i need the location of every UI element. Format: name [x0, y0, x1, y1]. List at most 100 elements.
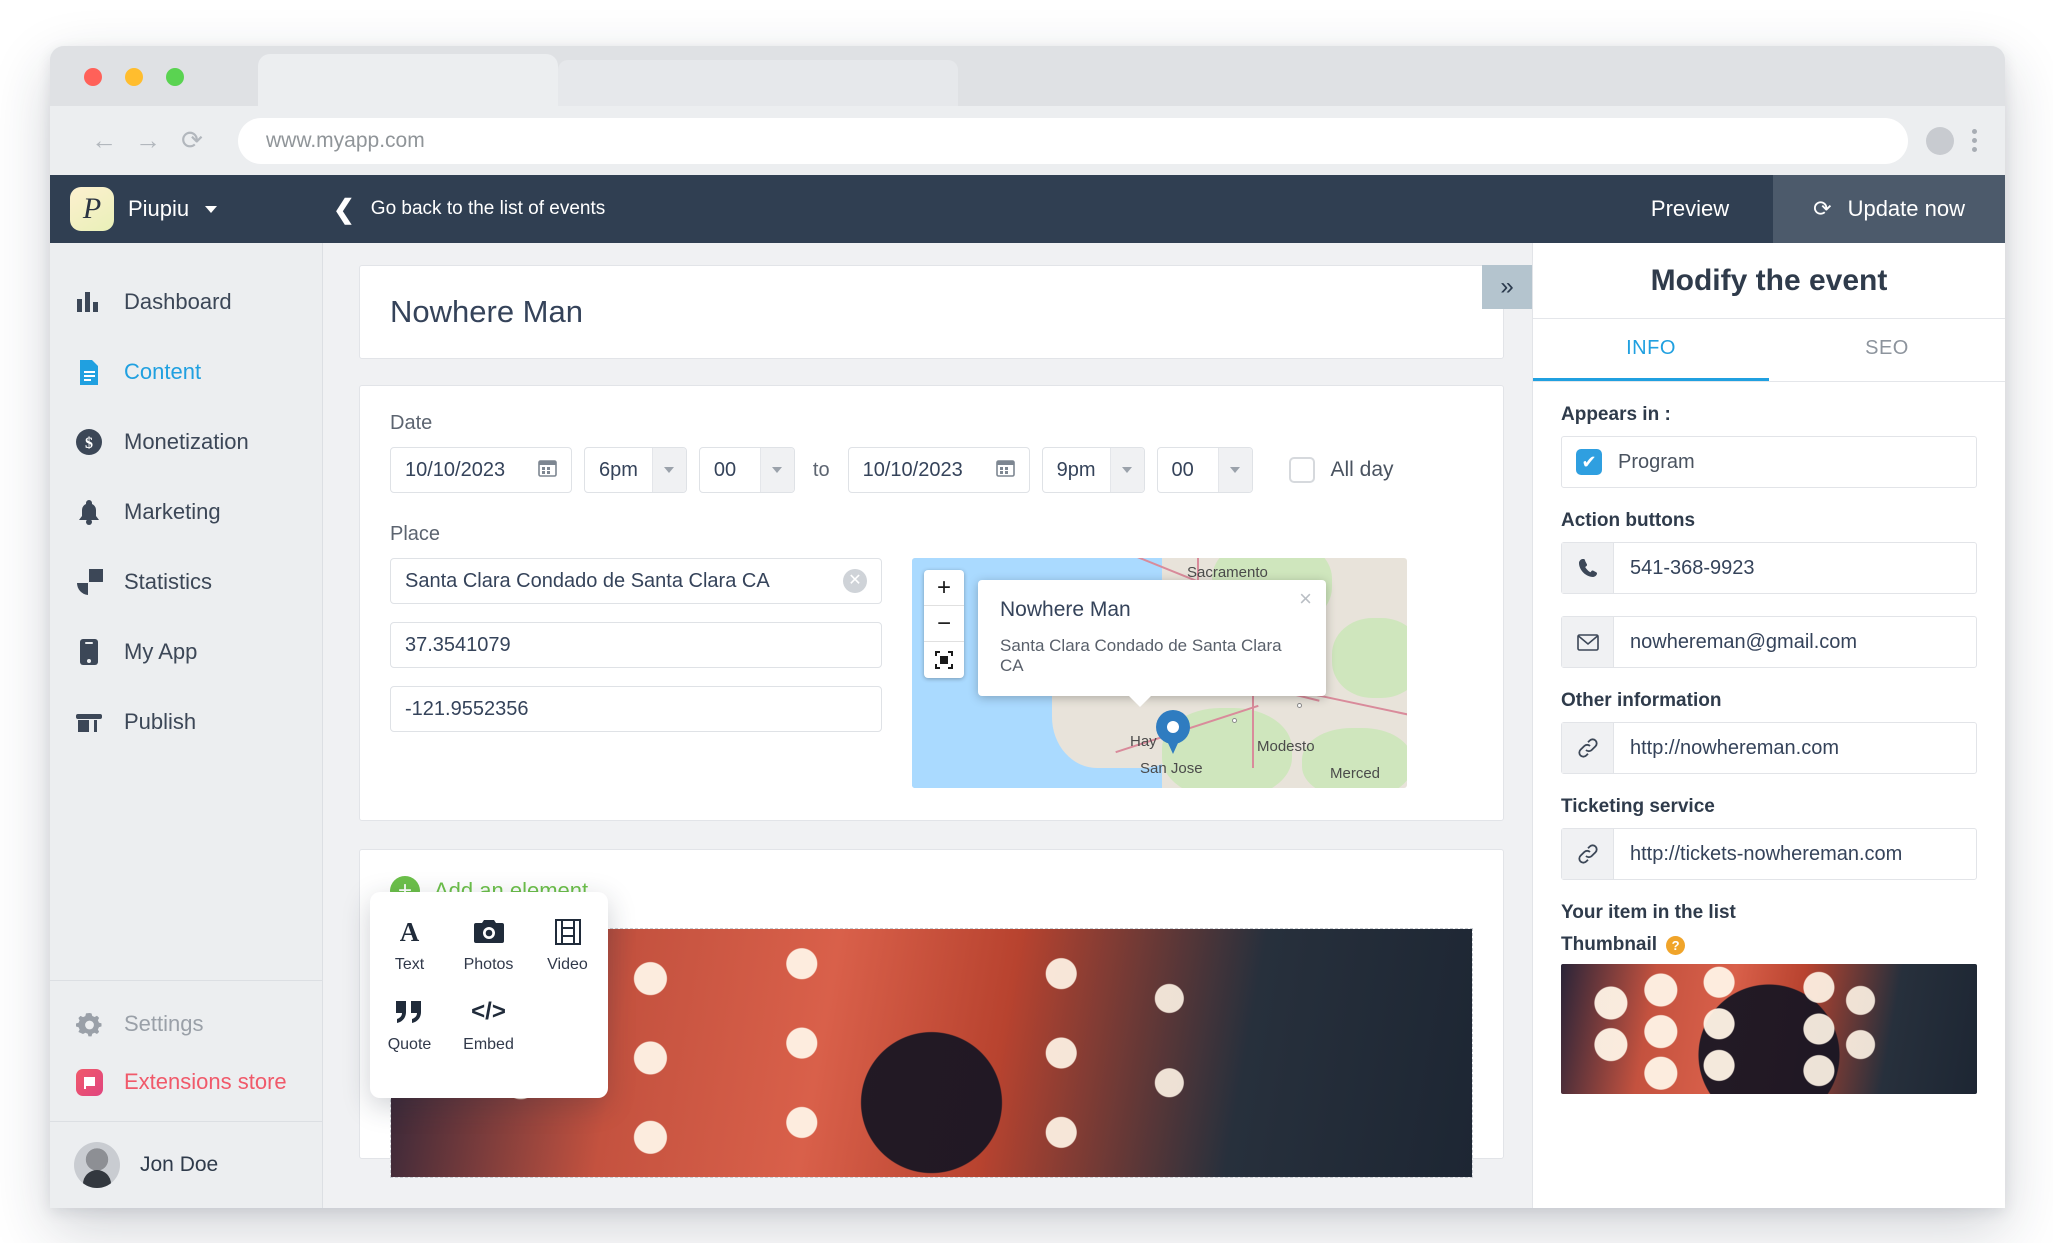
- menu-item-label: Text: [394, 956, 425, 973]
- tab-info[interactable]: INFO: [1533, 319, 1769, 381]
- sidebar-item-label: My App: [124, 639, 198, 664]
- start-hour-select[interactable]: 6pm: [584, 447, 687, 493]
- map-label: Sacramento: [1187, 564, 1268, 581]
- website-field[interactable]: http://nowhereman.com: [1561, 722, 1977, 774]
- update-now-button[interactable]: ⟳ Update now: [1773, 175, 2005, 243]
- map-label: Hay: [1130, 733, 1157, 750]
- browser-forward-icon[interactable]: →: [126, 119, 170, 163]
- all-day-label: All day: [1330, 458, 1394, 481]
- address-bar[interactable]: www.myapp.com: [238, 117, 1908, 164]
- place-value: Santa Clara Condado de Santa Clara CA: [405, 569, 770, 592]
- all-day-checkbox[interactable]: [1288, 457, 1315, 483]
- place-input[interactable]: Santa Clara Condado de Santa Clara CA ✕: [390, 558, 882, 604]
- location-map[interactable]: Sacramento Hay Modesto San Jose Merced +…: [912, 558, 1407, 788]
- preview-button[interactable]: Preview: [1607, 175, 1773, 243]
- menu-item-photos[interactable]: Photos: [449, 916, 528, 974]
- appears-in-row[interactable]: ✔ Program: [1561, 436, 1977, 488]
- envelope-icon: [1562, 617, 1614, 667]
- browser-back-icon[interactable]: ←: [82, 119, 126, 163]
- chevron-left-icon: ❮: [333, 194, 355, 224]
- browser-tab-inactive[interactable]: [558, 60, 958, 106]
- end-minute-select[interactable]: 00: [1156, 447, 1253, 493]
- add-element-grid: A Text Photos Video Quote </> Embed: [370, 916, 608, 1076]
- map-zoom-out-button[interactable]: −: [924, 606, 964, 642]
- sidebar-settings-label: Settings: [124, 1011, 204, 1036]
- link-icon: [1562, 829, 1614, 879]
- editor-column: » Nowhere Man Date 10/10/2023 6pm 00 to …: [323, 243, 1532, 1208]
- brand-menu[interactable]: P Piupiu: [50, 175, 323, 243]
- map-road: [1313, 693, 1407, 725]
- chevron-down-icon: [1109, 448, 1144, 492]
- sidebar-nav: Dashboard Content $ Monetization Marketi…: [50, 243, 322, 757]
- map-popup-title: Nowhere Man: [1000, 598, 1131, 621]
- tab-seo[interactable]: SEO: [1769, 319, 2005, 381]
- map-fullscreen-button[interactable]: [924, 642, 964, 678]
- sidebar-item-my-app[interactable]: My App: [50, 617, 322, 687]
- latitude-input[interactable]: 37.3541079: [390, 622, 882, 668]
- sidebar-item-content[interactable]: Content: [50, 337, 322, 407]
- end-hour-select[interactable]: 9pm: [1041, 447, 1145, 493]
- preview-label: Preview: [1650, 196, 1730, 221]
- close-icon[interactable]: ×: [1299, 588, 1312, 610]
- browser-reload-icon[interactable]: ⟳: [170, 119, 214, 163]
- menu-item-video[interactable]: Video: [528, 916, 607, 974]
- pie-chart-icon: [74, 567, 104, 597]
- browser-profile-avatar[interactable]: [1926, 126, 1954, 155]
- website-value: http://nowhereman.com: [1630, 736, 1839, 759]
- browser-kebab-menu-icon[interactable]: [1972, 129, 1977, 152]
- phone-field[interactable]: 541-368-9923: [1561, 542, 1977, 594]
- event-title-input[interactable]: Nowhere Man: [390, 294, 1473, 330]
- panel-collapse-toggle[interactable]: »: [1482, 265, 1532, 309]
- map-pin-icon[interactable]: [1156, 710, 1190, 756]
- maximize-window-button[interactable]: [166, 68, 184, 86]
- content-elements-card: + Add an element A Text Photos Video Quo…: [359, 849, 1504, 1178]
- sidebar-item-publish[interactable]: Publish: [50, 687, 322, 757]
- help-icon[interactable]: ?: [1666, 935, 1686, 955]
- email-field[interactable]: nowhereman@gmail.com: [1561, 616, 1977, 668]
- menu-item-quote[interactable]: Quote: [370, 996, 449, 1054]
- window-traffic-lights: [84, 68, 184, 86]
- start-minute-value: 00: [713, 458, 737, 481]
- sidebar-item-extensions-store[interactable]: Extensions store: [50, 1053, 322, 1111]
- sidebar-item-settings[interactable]: Settings: [50, 995, 322, 1053]
- bar-chart-icon: [74, 287, 104, 317]
- longitude-input[interactable]: -121.9552356: [390, 686, 882, 732]
- clear-icon[interactable]: ✕: [843, 569, 867, 593]
- ticketing-field[interactable]: http://tickets-nowhereman.com: [1561, 828, 1977, 880]
- menu-item-embed[interactable]: </> Embed: [449, 996, 528, 1054]
- browser-window: ← → ⟳ www.myapp.com P Piupiu ❮ Go back t…: [50, 46, 2005, 1208]
- app-root: P Piupiu ❮ Go back to the list of events…: [50, 175, 2005, 1208]
- minimize-window-button[interactable]: [125, 68, 143, 86]
- end-date-value: 10/10/2023: [862, 458, 963, 481]
- modify-event-panel: Modify the event INFO SEO Appears in : ✔…: [1532, 243, 2005, 1208]
- map-popup-address: Santa Clara Condado de Santa Clara CA: [1000, 636, 1282, 675]
- date-row: 10/10/2023 6pm 00 to 10/10/2023 9pm 00 A…: [390, 447, 1473, 493]
- program-checkbox[interactable]: ✔: [1576, 449, 1602, 475]
- start-hour-value: 6pm: [599, 458, 638, 481]
- sidebar-item-marketing[interactable]: Marketing: [50, 477, 322, 547]
- calendar-icon: [995, 458, 1015, 482]
- menu-item-text[interactable]: A Text: [370, 916, 449, 974]
- thumbnail-image[interactable]: [1561, 964, 1977, 1094]
- go-back-link[interactable]: ❮ Go back to the list of events: [333, 196, 605, 222]
- start-minute-select[interactable]: 00: [698, 447, 795, 493]
- sidebar-item-dashboard[interactable]: Dashboard: [50, 267, 322, 337]
- menu-item-label: Embed: [463, 1036, 514, 1053]
- map-zoom-in-button[interactable]: +: [924, 570, 964, 606]
- sidebar-item-statistics[interactable]: Statistics: [50, 547, 322, 617]
- sidebar-item-monetization[interactable]: $ Monetization: [50, 407, 322, 477]
- browser-tab-strip: [50, 46, 2005, 106]
- chevron-down-icon: [1217, 448, 1252, 492]
- sidebar-item-label: Dashboard: [124, 289, 232, 314]
- sidebar-user[interactable]: Jon Doe: [50, 1121, 322, 1208]
- brand-name: Piupiu: [128, 196, 190, 221]
- browser-tab-active[interactable]: [258, 54, 558, 106]
- close-window-button[interactable]: [84, 68, 102, 86]
- latitude-value: 37.3541079: [405, 633, 511, 656]
- sidebar-secondary-nav: Settings Extensions store: [50, 980, 322, 1121]
- start-date-input[interactable]: 10/10/2023: [390, 447, 572, 493]
- email-value: nowhereman@gmail.com: [1630, 630, 1858, 653]
- appears-in-label: Appears in :: [1561, 404, 1671, 425]
- end-date-input[interactable]: 10/10/2023: [847, 447, 1030, 493]
- place-fields: Santa Clara Condado de Santa Clara CA ✕ …: [390, 558, 882, 788]
